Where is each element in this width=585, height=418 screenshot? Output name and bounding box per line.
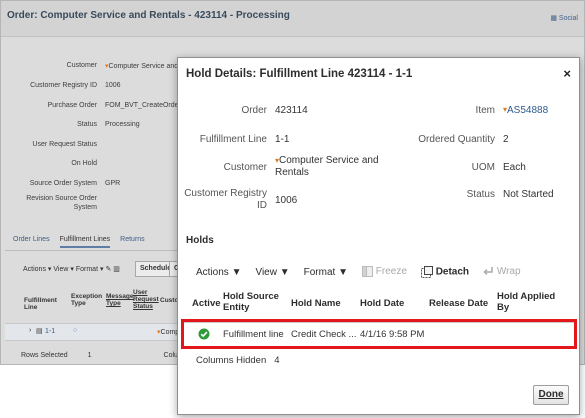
dialog-title: Hold Details: Fulfillment Line 423114 - …	[186, 68, 413, 80]
field-label: Customer Registry ID	[30, 82, 97, 89]
uom-label: UOM	[471, 162, 495, 173]
fulfillment-line-label: Fulfillment Line	[199, 134, 267, 145]
view-menu[interactable]: View ▼	[255, 267, 289, 278]
field-label: Customer	[66, 62, 97, 69]
customer-registry-label: Customer Registry ID	[184, 188, 267, 211]
actions-menu[interactable]: Actions ▾	[23, 266, 51, 273]
hold-details-dialog: Hold Details: Fulfillment Line 423114 - …	[177, 57, 580, 415]
freeze-icon[interactable]: ▥	[113, 266, 120, 273]
background-table-header: Fulfillment Line Exception Type Message …	[21, 289, 186, 319]
field-value: 1006	[105, 82, 121, 89]
wrap-icon	[483, 267, 493, 276]
column-header-hold-applied-by: Hold Applied By	[497, 291, 556, 313]
actions-menu[interactable]: Actions ▼	[196, 267, 241, 278]
column-header[interactable]: User Request Status	[133, 289, 159, 310]
social-link[interactable]: ▦ Social	[550, 14, 578, 22]
ordered-quantity-value: 2	[503, 134, 509, 145]
holds-table-header: Active Hold Source Entity Hold Name Hold …	[178, 291, 579, 321]
column-header: Fulfillment Line	[24, 297, 57, 311]
column-header-hold-name: Hold Name	[291, 298, 341, 309]
order-value: 423114	[275, 105, 308, 116]
order-label: Order	[241, 105, 267, 116]
item-label: Item	[475, 105, 495, 116]
done-button[interactable]: Done	[533, 385, 569, 405]
item-link[interactable]: ▾AS54888	[503, 105, 548, 116]
status-value: Not Started	[503, 189, 554, 200]
tab-divider	[5, 250, 185, 251]
holds-toolbar: Actions ▼ View ▼ Format ▼ Freeze Detach …	[196, 263, 535, 281]
field-label: Source Order System	[29, 180, 97, 187]
view-menu[interactable]: View ▾	[53, 266, 74, 273]
background-toolbar: Actions ▾ View ▾ Format ▾ ✎ ▥	[23, 265, 120, 273]
field-label: User Request Status	[32, 141, 97, 148]
customer-value[interactable]: ▾Computer Service and Rentals	[275, 155, 379, 179]
column-header: Exception Type	[71, 293, 103, 307]
format-menu[interactable]: Format ▾	[76, 266, 104, 273]
fulfillment-line-link[interactable]: 1-1	[45, 328, 55, 335]
page-header: Order: Computer Service and Rentals - 42…	[1, 1, 584, 37]
status-label: Status	[466, 189, 495, 200]
close-icon[interactable]: ×	[563, 66, 571, 81]
column-header-release-date: Release Date	[429, 298, 489, 309]
field-value: Processing	[105, 121, 140, 128]
field-label: Revision Source Order System	[26, 195, 97, 211]
field-label: Purchase Order	[47, 102, 97, 109]
tab-fulfillment-lines[interactable]: Fulfillment Lines	[59, 236, 111, 248]
edit-icon[interactable]: ✎	[105, 266, 111, 273]
fulfillment-line-value: 1-1	[275, 134, 290, 145]
field-label: On Hold	[71, 160, 97, 167]
tab-order-lines[interactable]: Order Lines	[13, 236, 50, 243]
status-circle-icon: ○	[73, 327, 78, 334]
wrap-button[interactable]: Wrap	[483, 266, 521, 278]
column-header-hold-date: Hold Date	[360, 298, 405, 309]
column-header-hold-source-entity: Hold Source Entity	[223, 291, 279, 313]
table-row[interactable]: › ▤ 1-1 ○ ▾Compu	[5, 323, 185, 341]
ordered-quantity-label: Ordered Quantity	[418, 134, 495, 145]
uom-value: Each	[503, 162, 526, 173]
page-title: Order: Computer Service and Rentals - 42…	[7, 10, 290, 21]
freeze-button[interactable]: Freeze	[362, 266, 407, 278]
highlight-box	[181, 319, 577, 349]
customer-registry-value: 1006	[275, 195, 298, 206]
columns-hidden-count: 4	[274, 355, 280, 366]
detach-icon	[420, 266, 433, 278]
columns-hidden: Columns Hidden 4	[196, 355, 280, 366]
tab-returns[interactable]: Returns	[120, 236, 145, 243]
column-header[interactable]: Message Type	[106, 293, 133, 307]
holds-heading: Holds	[186, 235, 214, 246]
format-menu[interactable]: Format ▼	[304, 267, 348, 278]
expand-icon[interactable]: ›	[29, 327, 31, 334]
customer-label: Customer	[223, 162, 267, 173]
detach-button[interactable]: Detach	[420, 266, 469, 278]
freeze-icon	[362, 266, 373, 278]
row-icon: ▤	[36, 328, 43, 335]
field-label: Status	[77, 121, 97, 128]
column-header-active: Active	[192, 298, 221, 309]
background-tabs: Order Lines Fulfillment Lines Returns	[13, 236, 155, 250]
field-value: GPR	[105, 180, 121, 187]
